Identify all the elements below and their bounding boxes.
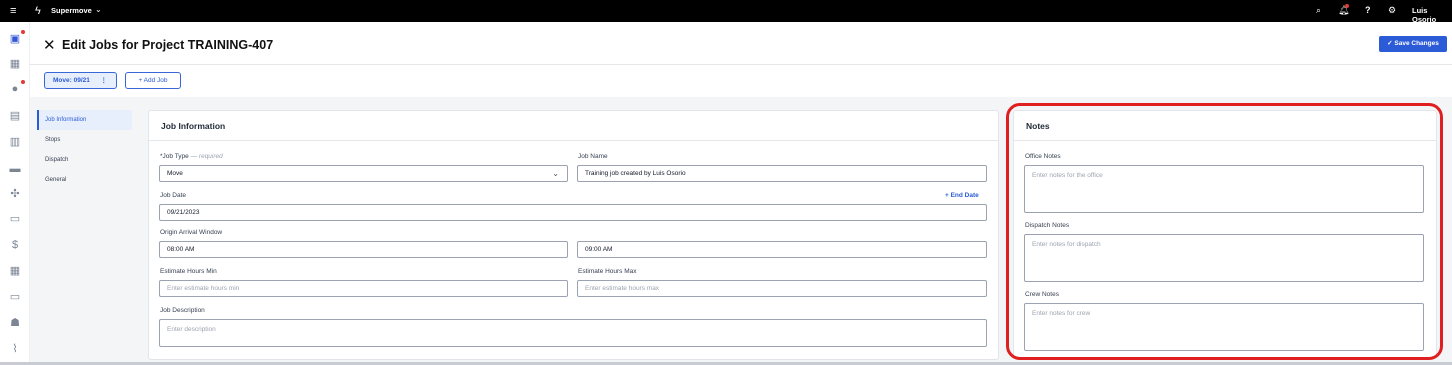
boxes-icon[interactable]: ▥ — [8, 135, 22, 149]
gear-icon[interactable]: ⚙ — [1388, 5, 1396, 16]
required-hint: — required — [190, 153, 223, 160]
truck-icon[interactable]: ▬ — [8, 162, 22, 176]
header-divider — [30, 64, 1452, 65]
job-description-input[interactable]: Enter description — [159, 319, 987, 347]
chevron-down-icon: ⌄ — [552, 169, 559, 178]
notification-dot — [1345, 4, 1349, 8]
job-date-input[interactable]: 09/21/2023 — [159, 204, 987, 221]
save-changes-button[interactable]: ✓ Save Changes — [1379, 36, 1447, 52]
section-nav-job-information[interactable]: Job Information — [37, 110, 132, 130]
kebab-menu-icon[interactable]: ⋮ — [101, 73, 108, 88]
check-circle-icon[interactable]: ● — [8, 82, 22, 96]
job-date-label: Job Date — [160, 192, 187, 199]
job-type-select[interactable]: Move ⌄ — [159, 165, 568, 182]
calendar-check-icon[interactable]: ▣ — [8, 32, 22, 46]
close-icon[interactable]: ✕ — [43, 38, 56, 53]
arrival-end-input[interactable]: 09:00 AM — [577, 241, 987, 258]
calendar-icon[interactable]: ▦ — [8, 57, 22, 71]
clipboard-icon[interactable]: ▤ — [8, 109, 22, 123]
end-date-button[interactable]: + End Date — [945, 192, 979, 199]
help-icon[interactable]: ? — [1365, 5, 1371, 16]
brand-name[interactable]: Supermove — [51, 6, 92, 15]
card-title: Job Information — [149, 111, 998, 141]
section-nav-dispatch[interactable]: Dispatch — [37, 150, 132, 170]
highlight-annotation — [1006, 103, 1443, 360]
section-nav-general[interactable]: General — [37, 170, 132, 190]
origin-arrival-label: Origin Arrival Window — [160, 229, 223, 236]
notification-dot — [21, 30, 25, 34]
crate-icon[interactable]: ▭ — [8, 212, 22, 226]
arrival-start-input[interactable]: 08:00 AM — [159, 241, 568, 258]
bolt-logo-icon: ϟ — [35, 5, 41, 17]
estimate-hours-max-label: Estimate Hours Max — [578, 268, 637, 275]
user-name[interactable]: Luis Osorio — [1412, 6, 1452, 24]
chart-icon[interactable]: ⌇ — [8, 342, 22, 356]
job-tab-move[interactable]: Move: 09/21 ⋮ — [44, 72, 117, 89]
job-type-label-text: *Job Type — [160, 153, 189, 160]
section-nav: Job Information Stops Dispatch General — [37, 110, 132, 190]
search-icon[interactable]: ⌕ — [1316, 5, 1321, 16]
top-bar: ≡ ϟ Supermove ⌄ ⌕ 🔔︎ ? ⚙ Luis Osorio — [0, 0, 1452, 24]
calculator-icon[interactable]: ▦ — [8, 264, 22, 278]
job-type-label: *Job Type — required — [160, 153, 223, 160]
dollar-icon[interactable]: $ — [8, 238, 22, 252]
estimate-hours-min-label: Estimate Hours Min — [160, 268, 217, 275]
job-name-label: Job Name — [578, 153, 608, 160]
menu-icon[interactable]: ≡ — [10, 4, 16, 18]
notification-dot — [21, 80, 25, 84]
job-description-label: Job Description — [160, 307, 205, 314]
people-move-icon[interactable]: ✣ — [8, 187, 22, 201]
estimate-hours-min-input[interactable]: Enter estimate hours min — [159, 280, 568, 297]
section-nav-stops[interactable]: Stops — [37, 130, 132, 150]
page-title: Edit Jobs for Project TRAINING-407 — [62, 38, 274, 52]
estimate-hours-max-input[interactable]: Enter estimate hours max — [577, 280, 987, 297]
ticket-icon[interactable]: ▭ — [8, 290, 22, 304]
users-icon[interactable]: ☗ — [8, 316, 22, 330]
nav-rail: ▣ ▦ ● ▤ ▥ ▬ ✣ ▭ $ ▦ ▭ ☗ ⌇ — [0, 22, 30, 365]
chevron-down-icon[interactable]: ⌄ — [95, 5, 102, 14]
job-name-input[interactable]: Training job created by Luis Osorio — [577, 165, 987, 182]
job-type-value: Move — [167, 170, 183, 177]
add-job-button[interactable]: + Add Job — [125, 72, 181, 89]
job-tab-label: Move: 09/21 — [53, 77, 90, 84]
